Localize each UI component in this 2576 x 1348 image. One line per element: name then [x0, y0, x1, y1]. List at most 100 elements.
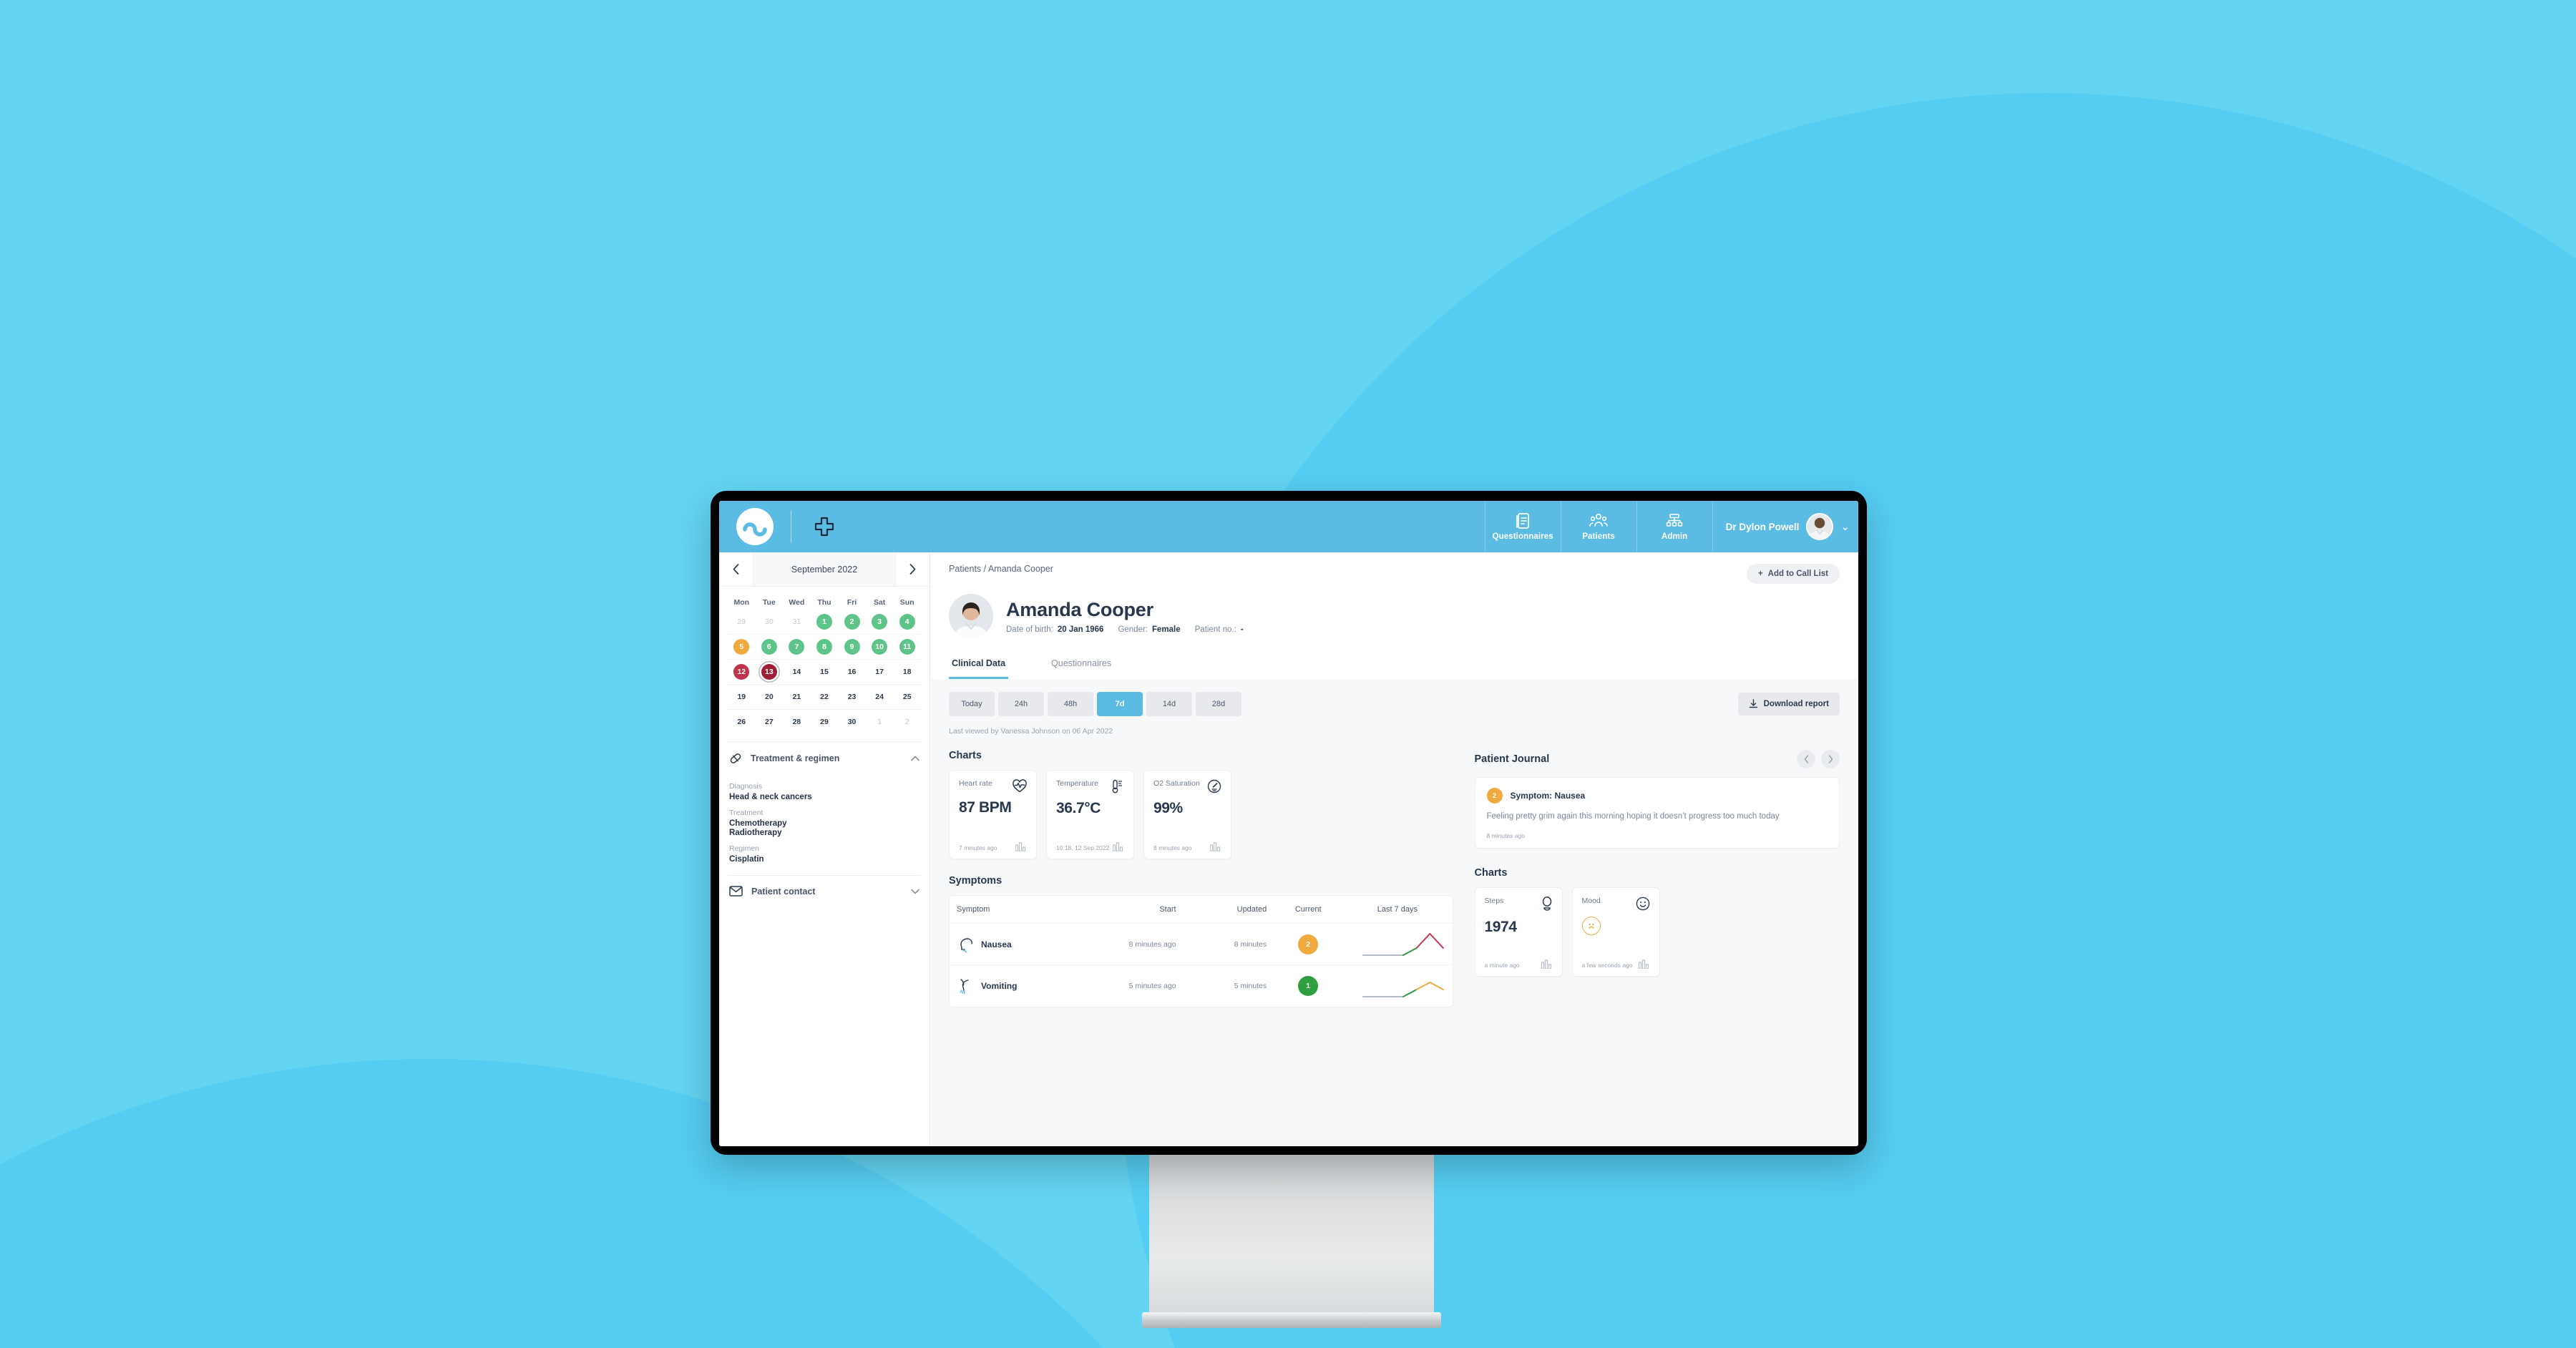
- expand-chevron-down-icon[interactable]: [911, 889, 919, 894]
- range-button-7d[interactable]: 7d: [1097, 692, 1143, 716]
- calendar-cell: 4: [893, 610, 921, 634]
- calendar-day-26[interactable]: 26: [733, 714, 749, 730]
- cell-start: 5 minutes ago: [1128, 982, 1176, 990]
- calendar-day-6[interactable]: 6: [761, 639, 777, 655]
- calendar-cell: 1: [811, 610, 839, 634]
- calendar-day-27[interactable]: 27: [761, 714, 777, 730]
- metric-card-mood[interactable]: Mood a few seconds ago: [1571, 887, 1660, 977]
- diagnosis-label: Diagnosis: [729, 782, 763, 791]
- calendar-next-button[interactable]: [895, 552, 930, 586]
- app-logo[interactable]: [719, 501, 791, 552]
- calendar-day-7[interactable]: 7: [789, 639, 805, 655]
- calendar-grid: Mon Tue Wed Thu Fri Sat Sun 29 30 31 1 2 3 4 5 6 7 8 9 10 1…: [719, 587, 930, 737]
- nav-item-admin[interactable]: Admin: [1636, 501, 1712, 552]
- range-button-28d[interactable]: 28d: [1196, 692, 1241, 716]
- metric-label: Heart rate: [959, 779, 992, 788]
- calendar-day-24[interactable]: 24: [872, 689, 887, 705]
- metric-card-heart-rate[interactable]: Heart rate 87 BPM 7 minutes ago: [949, 770, 1037, 859]
- calendar-day-17[interactable]: 17: [872, 664, 887, 680]
- calendar-day-9[interactable]: 9: [844, 639, 860, 655]
- calendar-day-30: 30: [765, 617, 774, 626]
- metric-card-o2-saturation[interactable]: O2 Saturation 99% 8 minutes ago: [1143, 770, 1231, 859]
- calendar-day-23[interactable]: 23: [844, 689, 860, 705]
- cell-current: 2: [1274, 928, 1342, 961]
- nav-item-questionnaires[interactable]: Questionnaires: [1484, 501, 1561, 552]
- range-button-48h[interactable]: 48h: [1048, 692, 1093, 716]
- calendar-day-1[interactable]: 1: [816, 614, 832, 630]
- bar-chart-icon[interactable]: [1113, 841, 1124, 851]
- calendar-cell: 14: [783, 660, 811, 684]
- user-menu[interactable]: Dr Dylon Powell ⌄: [1712, 501, 1858, 552]
- calendar-cell: 24: [866, 685, 894, 709]
- regimen-label: Regimen: [729, 844, 760, 853]
- patient-contact-label: Patient contact: [751, 886, 816, 897]
- nav-item-patients[interactable]: Patients: [1560, 501, 1636, 552]
- calendar-day-15[interactable]: 15: [816, 664, 832, 680]
- calendar-day-12[interactable]: 12: [733, 664, 750, 680]
- table-row[interactable]: Vomiting 5 minutes ago 5 minutes 1: [950, 965, 1453, 1007]
- screen: Questionnaires Patients Admin Dr Dylon P…: [719, 501, 1858, 1146]
- calendar-day-16[interactable]: 16: [844, 664, 860, 680]
- calendar-dow-sat: Sat: [873, 598, 886, 607]
- download-icon: [1749, 699, 1758, 709]
- bar-chart-icon[interactable]: [1541, 959, 1553, 969]
- patient-summary: Amanda Cooper Date of birth: 20 Jan 1966…: [949, 594, 1840, 638]
- calendar-day-13[interactable]: 13: [761, 664, 777, 680]
- calendar-prev-button[interactable]: [719, 552, 753, 586]
- calendar-day-8[interactable]: 8: [816, 639, 832, 655]
- journal-entry-card[interactable]: 2 Symptom: Nausea Feeling pretty grim ag…: [1474, 777, 1840, 849]
- bar-chart-icon[interactable]: [1015, 841, 1027, 851]
- calendar-day-28[interactable]: 28: [789, 714, 804, 730]
- dob-label: Date of birth:: [1006, 625, 1053, 634]
- two-column-layout: Charts Heart rate 87 BPM 7 minutes ago Temp…: [949, 750, 1840, 1007]
- breadcrumb-root[interactable]: Patients: [949, 564, 981, 574]
- range-button-14d[interactable]: 14d: [1146, 692, 1192, 716]
- calendar-week-row: 12 13 14 15 16 17 18: [728, 659, 921, 684]
- calendar-cell: 15: [811, 660, 839, 684]
- calendar-day-25[interactable]: 25: [899, 689, 915, 705]
- severity-badge: 1: [1298, 976, 1319, 996]
- calendar-day-3[interactable]: 3: [872, 614, 888, 630]
- calendar-day-29[interactable]: 29: [816, 714, 832, 730]
- medical-cross-icon: [791, 501, 857, 552]
- journal-next-button[interactable]: [1821, 750, 1840, 768]
- tab-questionnaires[interactable]: Questionnaires: [1048, 651, 1114, 679]
- clipboard-list-icon: [1515, 512, 1531, 529]
- calendar-day-19[interactable]: 19: [733, 689, 749, 705]
- sidebar-section-patient-contact[interactable]: Patient contact: [719, 876, 930, 907]
- nav-label-admin: Admin: [1662, 532, 1688, 541]
- bar-chart-icon[interactable]: [1210, 841, 1221, 851]
- table-row[interactable]: Nausea 8 minutes ago 8 minutes 2: [950, 924, 1453, 965]
- patient-journal-title: Patient Journal: [1474, 753, 1550, 765]
- calendar-cell: 27: [756, 710, 784, 734]
- sidebar-section-treatment[interactable]: Treatment & regimen: [719, 742, 930, 775]
- collapse-chevron-up-icon[interactable]: [911, 756, 919, 761]
- range-button-today[interactable]: Today: [949, 692, 995, 716]
- calendar-day-30[interactable]: 30: [844, 714, 860, 730]
- calendar-day-5[interactable]: 5: [733, 639, 750, 655]
- metric-value: 99%: [1153, 800, 1183, 816]
- metric-card-bottom: a minute ago: [1485, 959, 1553, 969]
- metric-card-temperature[interactable]: Temperature 36.7°C 10:18, 12 Sep 2022: [1046, 770, 1134, 859]
- calendar-day-21[interactable]: 21: [789, 689, 804, 705]
- add-to-call-list-button[interactable]: + Add to Call List: [1746, 564, 1840, 584]
- range-button-24h[interactable]: 24h: [998, 692, 1044, 716]
- download-report-button[interactable]: Download report: [1737, 693, 1840, 715]
- calendar-day-4[interactable]: 4: [899, 614, 915, 630]
- mood-sad-face-icon: [1581, 916, 1601, 935]
- calendar-day-11[interactable]: 11: [899, 639, 915, 655]
- tab-clinical-data[interactable]: Clinical Data: [949, 651, 1009, 679]
- metric-label: Mood: [1581, 896, 1601, 905]
- calendar-cell: 26: [728, 710, 756, 734]
- calendar-day-20[interactable]: 20: [761, 689, 777, 705]
- metric-card-steps[interactable]: Steps 1974 a minute ago: [1474, 887, 1563, 977]
- calendar-day-22[interactable]: 22: [816, 689, 832, 705]
- calendar-dow-fri: Fri: [847, 598, 857, 607]
- calendar-day-14[interactable]: 14: [789, 664, 804, 680]
- calendar-day-2[interactable]: 2: [844, 614, 860, 630]
- calendar-day-10[interactable]: 10: [872, 639, 888, 655]
- calendar-day-18[interactable]: 18: [899, 664, 915, 680]
- journal-prev-button[interactable]: [1797, 750, 1815, 768]
- bar-chart-icon[interactable]: [1638, 959, 1650, 969]
- nav-label-questionnaires: Questionnaires: [1492, 532, 1553, 541]
